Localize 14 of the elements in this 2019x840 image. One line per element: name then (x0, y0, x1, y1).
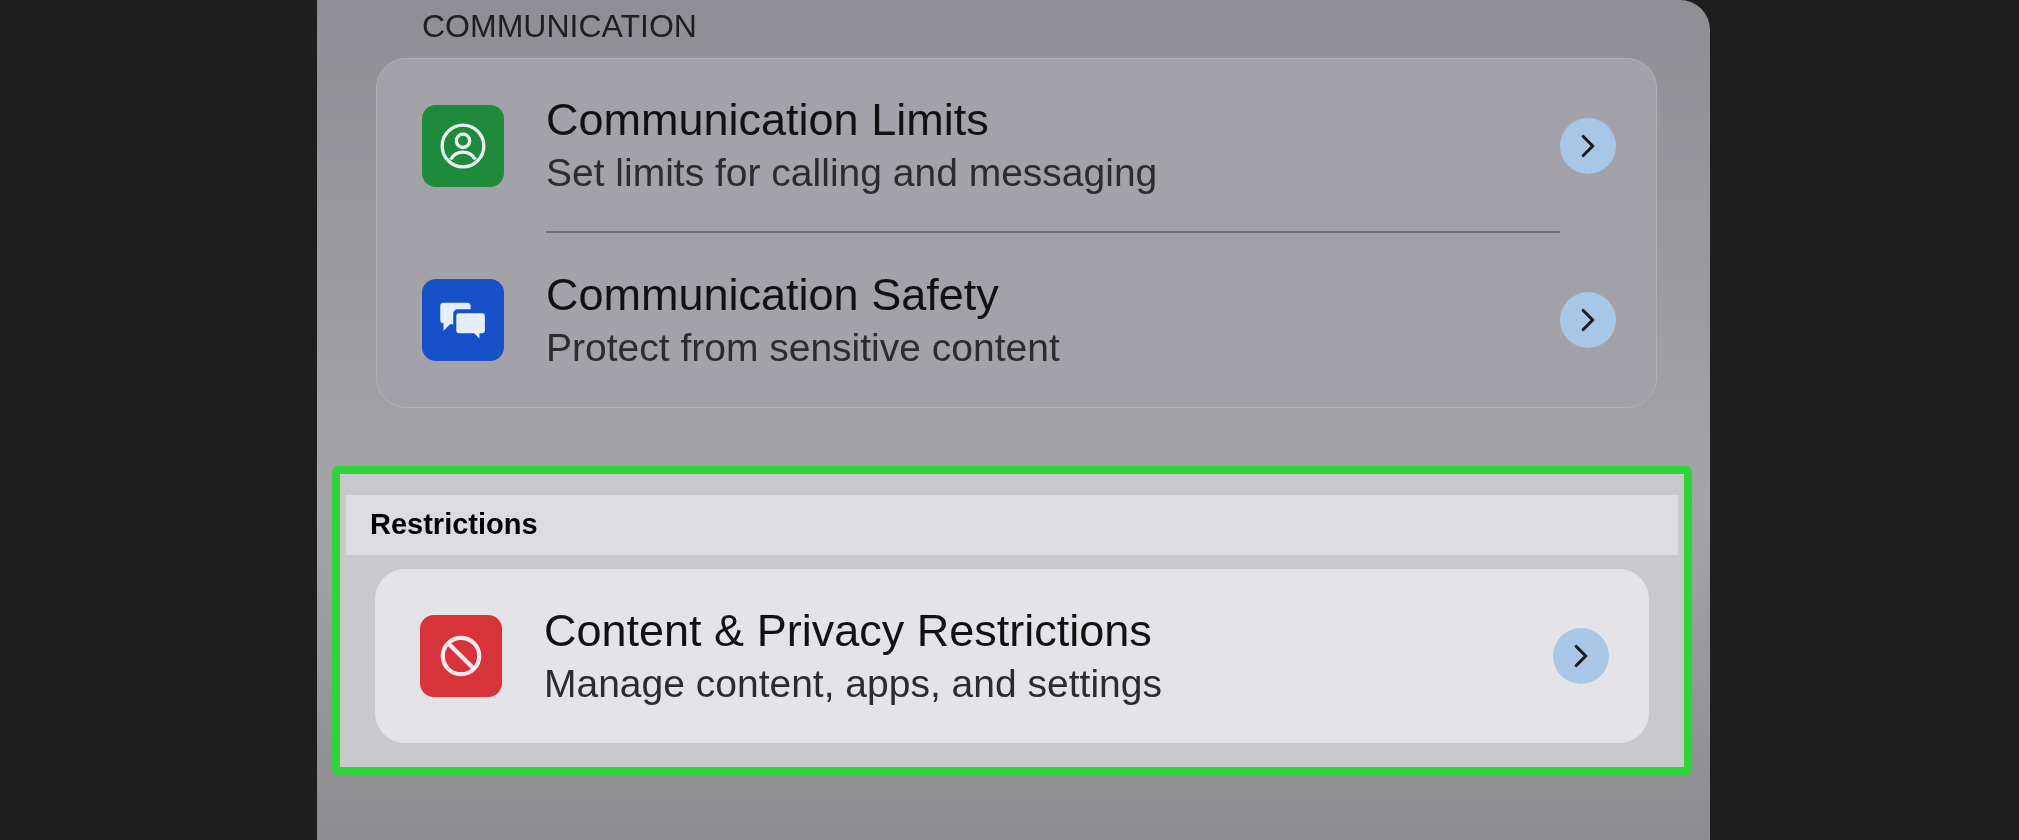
chevron-icon (1560, 292, 1616, 348)
chevron-icon (1560, 118, 1616, 174)
row-subtitle: Manage content, apps, and settings (544, 660, 1163, 707)
section-header: COMMUNICATION (422, 7, 698, 46)
row-subtitle: Protect from sensitive content (546, 325, 1061, 371)
settings-row[interactable]: Communication Limits Set limits for calling and messaging (377, 59, 1656, 233)
row-subtitle: Set limits for calling and messaging (546, 150, 1159, 196)
section-header: Restrictions (346, 495, 1678, 555)
row-title: Content & Privacy Restrictions (544, 603, 1153, 658)
settings-row[interactable]: Content & Privacy Restrictions Manage content, apps, and settings (375, 568, 1649, 743)
settings-row[interactable]: Communication Safety Protect from sensitive content (377, 233, 1656, 407)
person-icon (438, 121, 488, 171)
row-title: Communication Safety (546, 268, 1000, 322)
row-title: Communication Limits (546, 93, 990, 147)
